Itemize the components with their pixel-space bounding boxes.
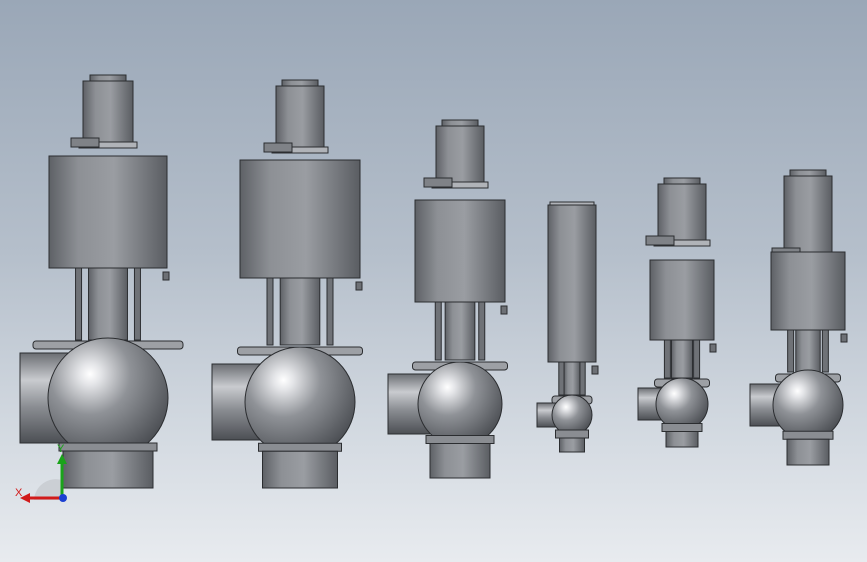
indicator-cap (657, 183, 707, 245)
y-axis-label: Y (57, 443, 65, 455)
outlet-collar (258, 442, 342, 452)
actuator-cylinder (649, 259, 715, 341)
air-fitting (840, 333, 848, 343)
valve-6[interactable] (749, 169, 848, 466)
valve-body (417, 361, 503, 447)
valve-4[interactable] (536, 201, 599, 453)
outlet-pipe (262, 450, 338, 489)
sensor-block (70, 137, 100, 148)
yoke-rod-right (478, 301, 486, 361)
valve-stem (88, 267, 128, 341)
sensor-block (645, 235, 675, 246)
outlet-pipe (429, 443, 491, 479)
top-cap-tabs (89, 74, 127, 82)
outlet-pipe (665, 431, 699, 448)
z-axis-dot (59, 494, 67, 502)
actuator-cylinder (547, 204, 597, 363)
yoke-rod-left (434, 301, 442, 361)
coordinate-triad: X Y (15, 443, 67, 503)
actuator-cylinder (414, 199, 506, 303)
valve-3[interactable] (387, 119, 508, 479)
air-fitting (709, 343, 717, 353)
y-axis-arrowhead (57, 454, 67, 464)
air-fitting (162, 271, 170, 281)
outlet-collar (425, 435, 495, 444)
top-cap-tabs (281, 79, 319, 87)
outlet-pipe (559, 437, 585, 453)
outlet-pipe (786, 438, 830, 466)
valve-5[interactable] (637, 177, 717, 448)
valve-2[interactable] (211, 79, 363, 489)
valve-stem (279, 277, 321, 346)
valve-stem (795, 329, 821, 373)
outlet-collar (555, 429, 589, 439)
valve-body (244, 346, 356, 458)
x-axis-label: X (15, 487, 23, 499)
outlet-collar (661, 423, 703, 432)
valve-body (655, 377, 709, 431)
yoke-rod-right (693, 339, 701, 379)
indicator-cap (275, 85, 325, 152)
air-fitting (500, 305, 508, 315)
air-fitting (591, 365, 599, 375)
valve-stem (563, 361, 581, 396)
yoke-rod-right (133, 267, 141, 341)
valve-stem (670, 339, 694, 379)
valve-body (772, 369, 844, 441)
yoke-rod-left (75, 267, 83, 341)
actuator-cylinder (48, 155, 168, 269)
sensor-block (263, 142, 293, 153)
sensor-block (423, 177, 453, 188)
yoke-rod-left (663, 339, 671, 379)
indicator-cap (435, 125, 485, 187)
yoke-rod-right (821, 329, 829, 373)
air-fitting (355, 281, 363, 291)
valve-assembly-scene[interactable] (0, 0, 867, 562)
actuator-cylinder (239, 159, 361, 279)
valve-stem (444, 301, 476, 361)
valve-body (551, 394, 593, 436)
actuator-cylinder (770, 251, 846, 331)
indicator-cap (82, 80, 134, 147)
outlet-collar (782, 430, 834, 440)
top-cap-tabs (441, 119, 479, 127)
graphics-viewport[interactable]: X Y (0, 0, 867, 562)
yoke-rod-right (326, 277, 334, 346)
indicator-cap (783, 175, 833, 257)
yoke-rod-left (266, 277, 274, 346)
top-cap-tabs (663, 177, 701, 185)
top-cap-tabs (789, 169, 827, 177)
valve-1[interactable] (19, 74, 184, 489)
yoke-rod-left (787, 329, 795, 373)
